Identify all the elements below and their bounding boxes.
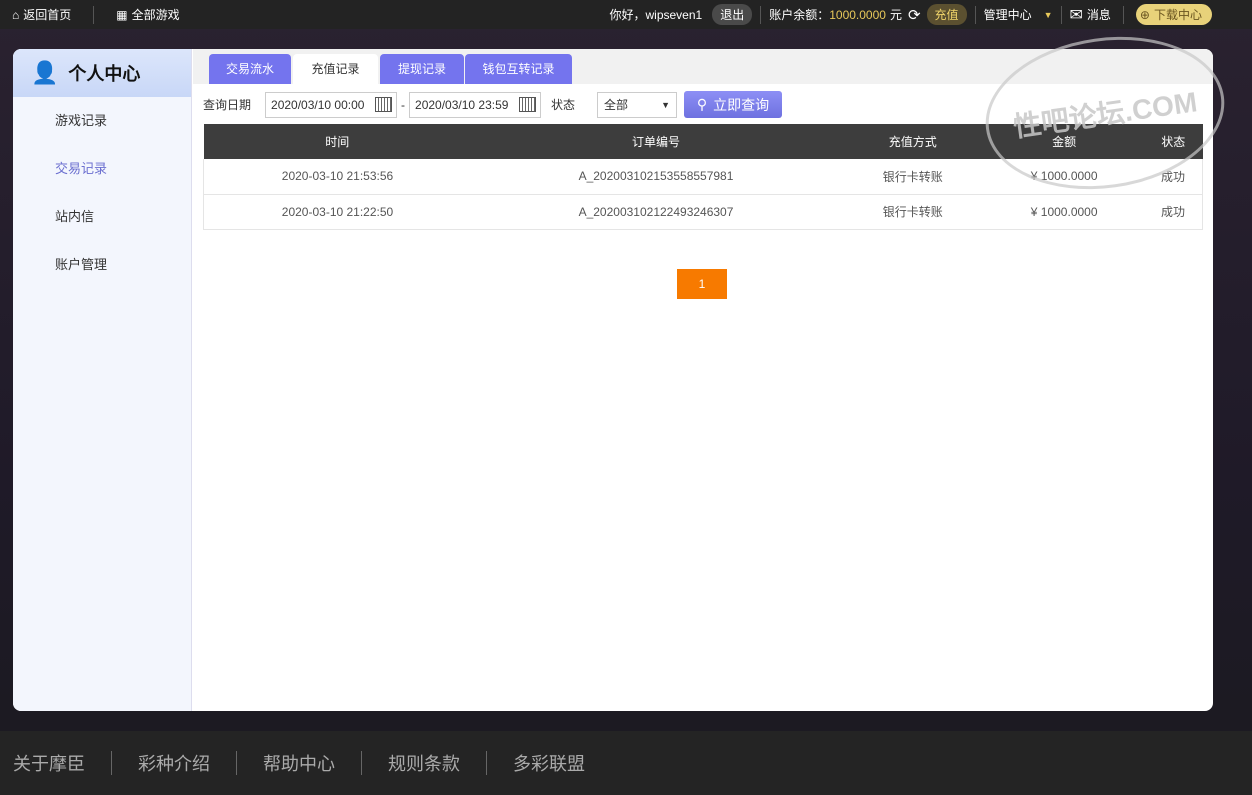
cell-method: 银行卡转账 — [841, 159, 985, 195]
tab-transactions[interactable]: 交易流水 — [209, 54, 291, 84]
sidebar-header: 👤 个人中心 — [13, 49, 191, 97]
divider — [236, 751, 237, 775]
tab-wallet-transfer[interactable]: 钱包互转记录 — [465, 54, 572, 84]
top-bar: ⌂ 返回首页 ▦ 全部游戏 你好，wipseven1 退出 账户余额： 1000.0… — [0, 0, 1252, 29]
currency: 元 — [889, 8, 902, 22]
table-row: 2020-03-10 21:22:50 A_202003102122493246… — [203, 194, 1203, 230]
chevron-down-icon: ▼ — [1043, 9, 1053, 20]
footer: 关于摩臣 彩种介绍 帮助中心 规则条款 多彩联盟 — [0, 731, 1252, 795]
manage-menu[interactable]: 管理中心 ▼ — [984, 6, 1053, 23]
user-icon: 👤 — [31, 60, 59, 85]
sidebar-item-transaction-records[interactable]: 交易记录 — [13, 145, 191, 193]
home-link[interactable]: ⌂ 返回首页 — [12, 6, 71, 23]
search-icon: ⚲ — [696, 96, 708, 112]
divider — [361, 751, 362, 775]
footer-link-rules[interactable]: 规则条款 — [388, 750, 460, 776]
sidebar-item-inbox[interactable]: 站内信 — [13, 193, 191, 241]
footer-link-lottery-intro[interactable]: 彩种介绍 — [138, 750, 210, 776]
logout-button[interactable]: 退出 — [712, 4, 753, 25]
date-separator: - — [401, 97, 406, 112]
cell-order-id: A_202003102153558557981 — [471, 159, 841, 195]
all-games-label: 全部游戏 — [131, 8, 180, 22]
home-label: 返回首页 — [23, 8, 72, 22]
col-order-id: 订单编号 — [471, 124, 841, 159]
balance-value: 1000.0000 — [829, 7, 886, 22]
query-button[interactable]: ⚲ 立即查询 — [684, 91, 783, 118]
manage-label: 管理中心 — [983, 8, 1032, 22]
messages-label: 消息 — [1086, 8, 1111, 22]
divider — [1122, 5, 1124, 24]
sidebar-title: 个人中心 — [68, 64, 141, 84]
filter-bar: 查询日期 2020/03/10 00:00 - 2020/03/10 23:59… — [203, 91, 783, 118]
divider — [93, 5, 95, 24]
footer-link-about[interactable]: 关于摩臣 — [13, 750, 85, 776]
calendar-icon[interactable] — [519, 97, 537, 112]
end-date-value: 2020/03/10 23:59 — [415, 97, 509, 112]
sidebar-item-game-records[interactable]: 游戏记录 — [13, 97, 191, 145]
mail-icon: ✉ — [1069, 6, 1083, 24]
cell-status: 成功 — [1143, 194, 1203, 230]
status-value: 全部 — [604, 98, 629, 112]
refresh-icon[interactable]: ⟳ — [908, 6, 921, 24]
start-date-input[interactable]: 2020/03/10 00:00 — [265, 91, 398, 118]
status-select[interactable]: 全部 ▼ — [597, 91, 678, 118]
cell-time: 2020-03-10 21:53:56 — [203, 159, 471, 195]
download-icon: ⊕ — [1139, 7, 1150, 22]
divider — [974, 5, 976, 24]
messages-link[interactable]: ✉ 消息 — [1070, 5, 1111, 25]
col-time: 时间 — [203, 124, 471, 159]
status-label: 状态 — [551, 98, 576, 112]
footer-link-help[interactable]: 帮助中心 — [263, 750, 335, 776]
divider — [1060, 5, 1062, 24]
start-date-value: 2020/03/10 00:00 — [271, 97, 365, 112]
sidebar-item-account[interactable]: 账户管理 — [13, 241, 191, 289]
home-icon: ⌂ — [12, 7, 20, 22]
recharge-button[interactable]: 充值 — [926, 4, 967, 25]
cell-amount: ¥ 1000.0000 — [984, 194, 1144, 230]
col-method: 充值方式 — [841, 124, 985, 159]
tab-recharge-records[interactable]: 充值记录 — [293, 54, 378, 84]
chevron-down-icon: ▼ — [661, 99, 671, 110]
divider — [111, 751, 112, 775]
query-label: 立即查询 — [713, 96, 770, 113]
balance-label: 账户余额： — [769, 8, 830, 22]
cell-time: 2020-03-10 21:22:50 — [203, 194, 471, 230]
date-label: 查询日期 — [203, 98, 252, 112]
download-button[interactable]: ⊕ 下载中心 — [1135, 4, 1212, 25]
download-label: 下载中心 — [1153, 8, 1202, 22]
divider — [760, 5, 762, 24]
cell-order-id: A_202003102122493246307 — [471, 194, 841, 230]
greeting: 你好，wipseven1 — [609, 8, 703, 22]
divider — [486, 751, 487, 775]
footer-link-alliance[interactable]: 多彩联盟 — [513, 750, 585, 776]
grid-icon: ▦ — [116, 7, 128, 22]
sidebar: 👤 个人中心 游戏记录 交易记录 站内信 账户管理 — [13, 49, 192, 711]
calendar-icon[interactable] — [375, 97, 393, 112]
end-date-input[interactable]: 2020/03/10 23:59 — [409, 91, 542, 118]
page-button-1[interactable]: 1 — [677, 269, 727, 299]
all-games-link[interactable]: ▦ 全部游戏 — [116, 6, 179, 23]
tab-withdraw-records[interactable]: 提现记录 — [380, 54, 464, 84]
cell-method: 银行卡转账 — [841, 194, 985, 230]
